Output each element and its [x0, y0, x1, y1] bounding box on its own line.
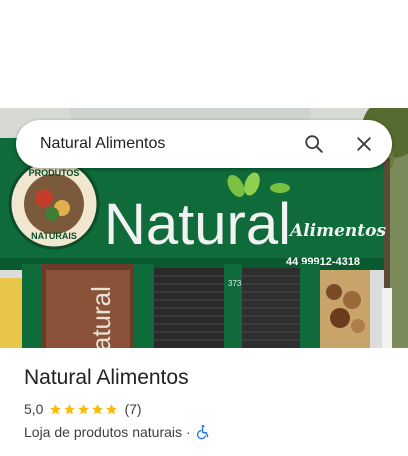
badge-text-top: PRODUTOS	[29, 168, 80, 178]
star-icon	[64, 403, 76, 414]
star-icon	[106, 403, 118, 414]
sign-main-text: Natural	[104, 192, 291, 257]
star-icon	[92, 403, 104, 414]
door-number: 373	[228, 279, 242, 288]
separator: ·	[186, 424, 191, 440]
star-icon	[78, 403, 90, 414]
search-input[interactable]	[40, 120, 290, 168]
clear-search-button[interactable]	[348, 128, 380, 160]
sign-secondary-text: Alimentos	[288, 221, 386, 241]
place-info: Natural Alimentos 5,0 (7) Loja de produt…	[24, 364, 394, 441]
search-icon	[305, 135, 323, 153]
place-category: Loja de produtos naturais	[24, 424, 182, 440]
search-button[interactable]	[298, 128, 330, 160]
wheelchair-icon	[196, 425, 209, 440]
window-text: Natural	[86, 286, 116, 348]
close-icon	[357, 137, 371, 151]
review-count[interactable]: (7)	[124, 401, 141, 417]
sign-phone-text: 44 99912-4318	[286, 256, 360, 268]
star-icon	[50, 403, 62, 414]
search-bar	[16, 120, 392, 168]
place-name[interactable]: Natural Alimentos	[24, 364, 394, 392]
star-rating	[49, 403, 119, 416]
rating-row[interactable]: 5,0 (7)	[24, 400, 394, 418]
rating-value: 5,0	[24, 401, 44, 417]
category-row: Loja de produtos naturais ·	[24, 423, 394, 441]
badge-text-bottom: NATURAIS	[31, 231, 77, 241]
